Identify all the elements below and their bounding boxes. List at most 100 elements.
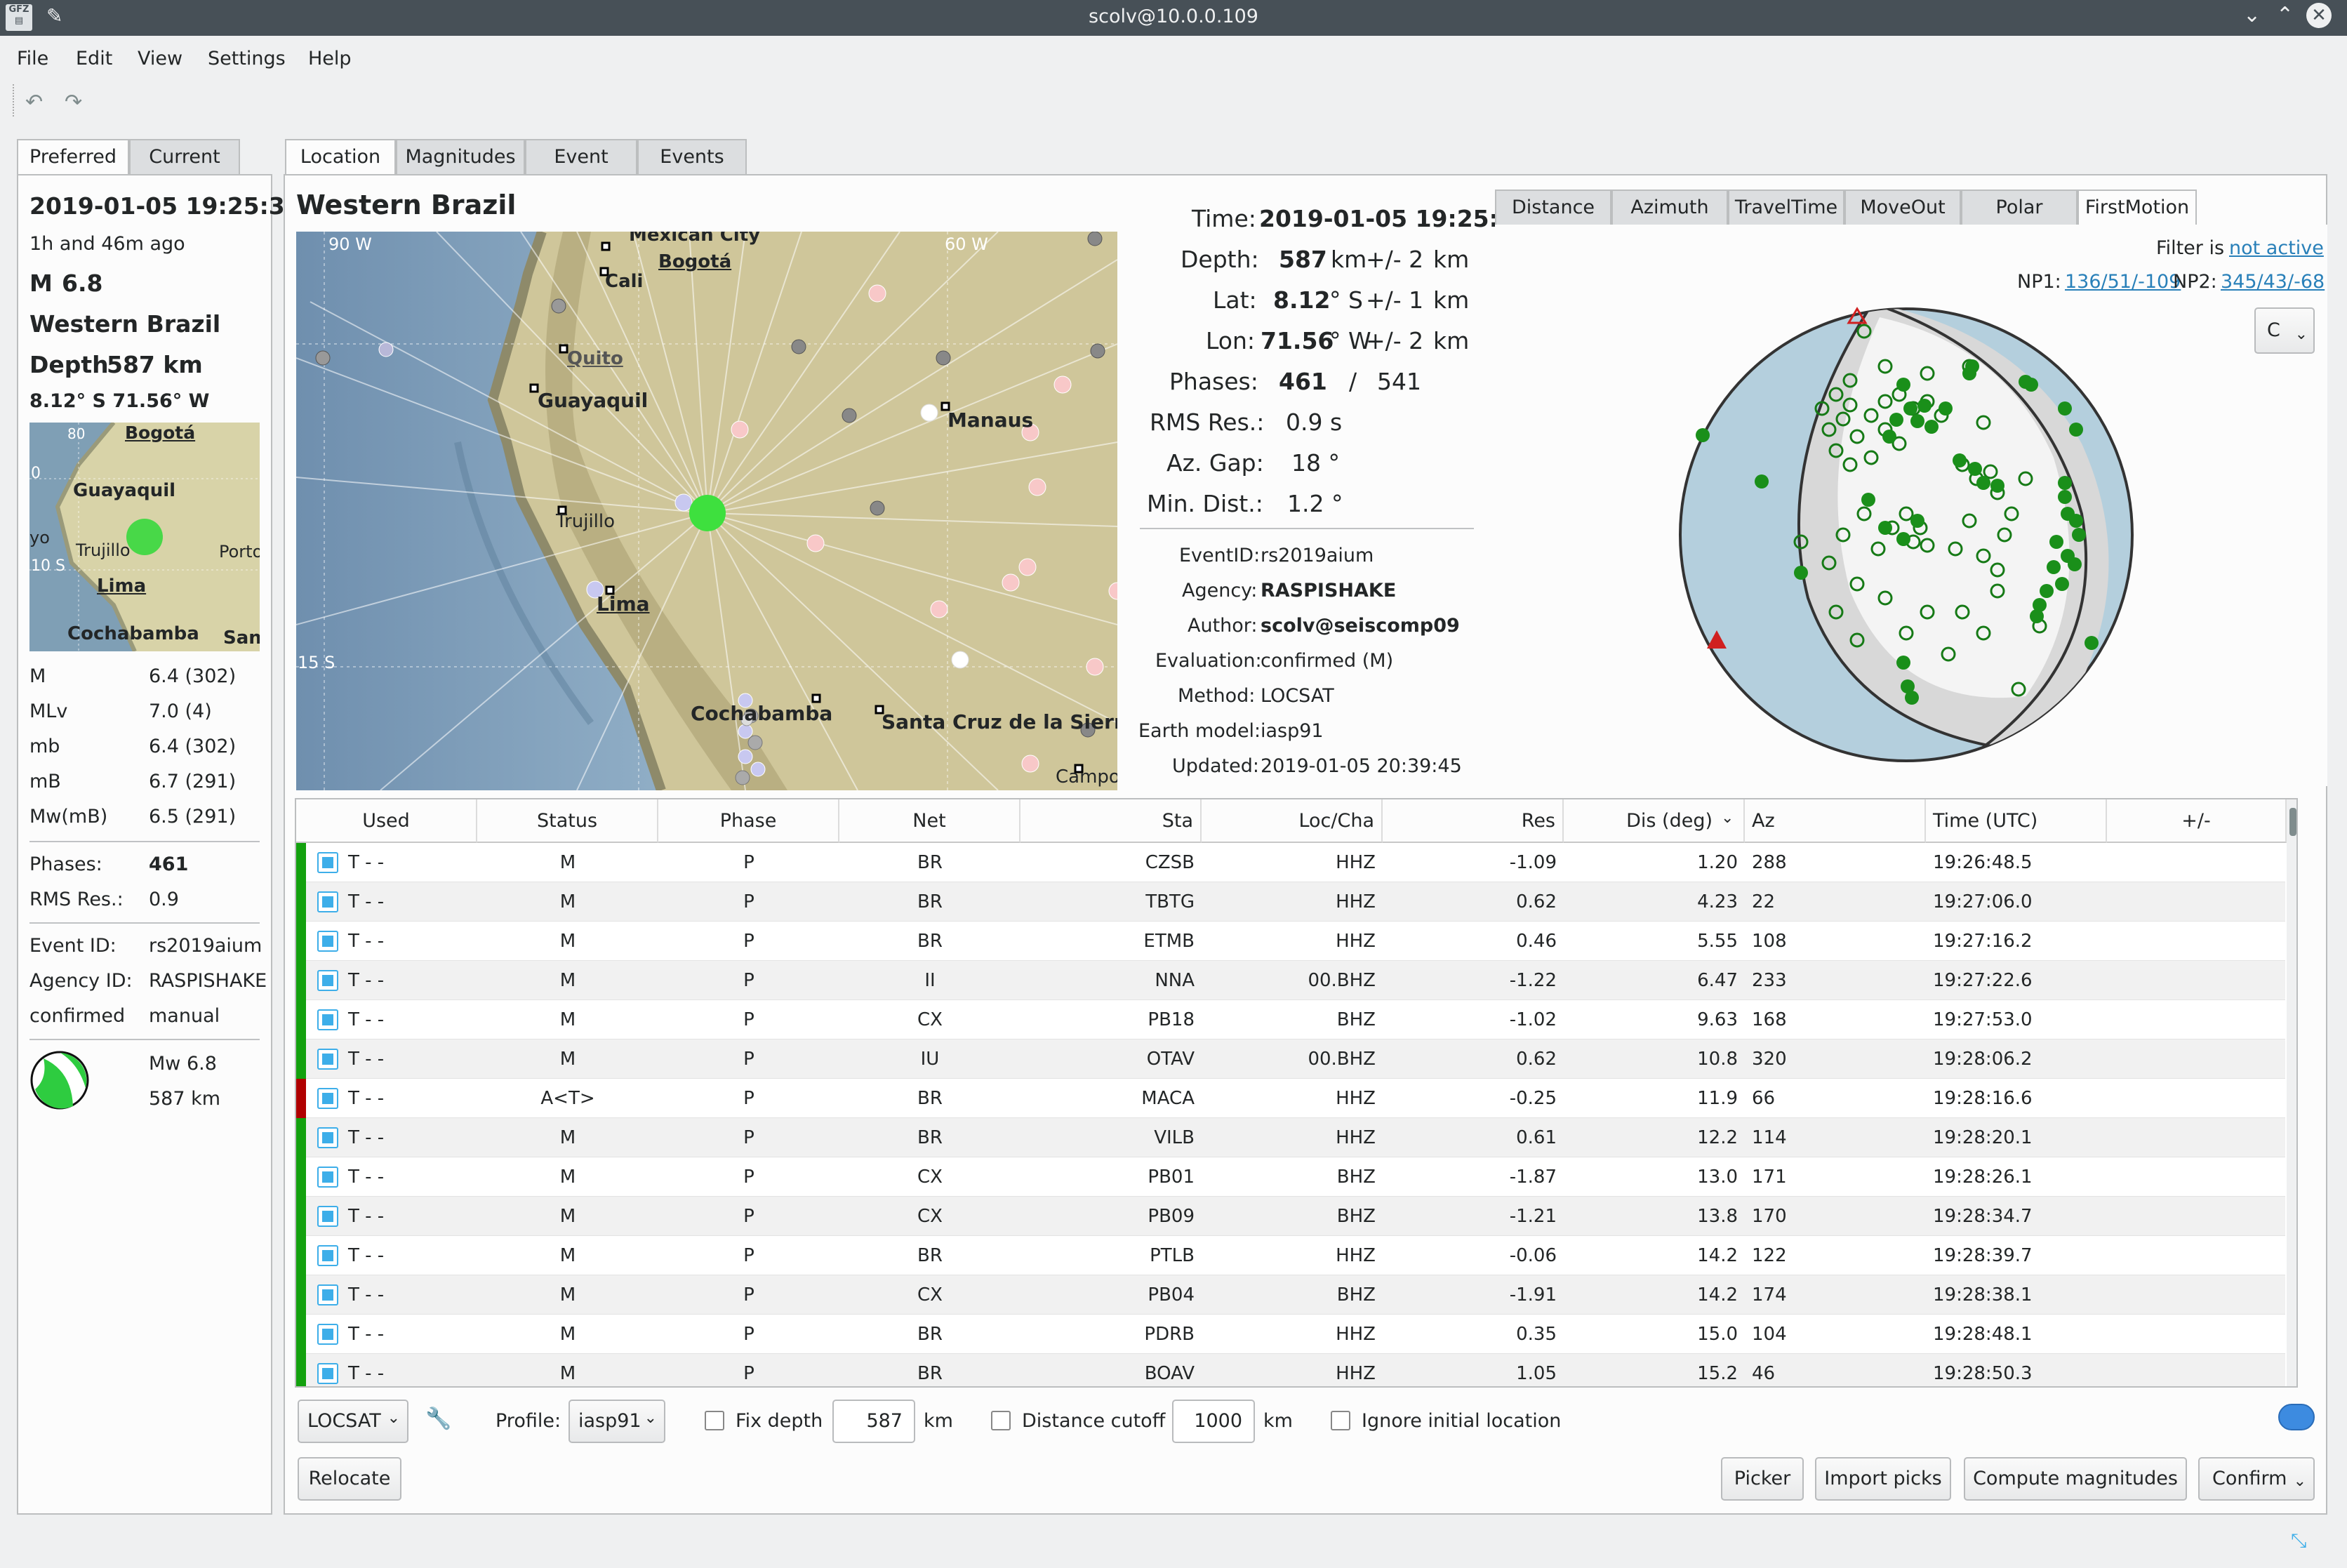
undo-icon[interactable]: ↶ (25, 90, 43, 114)
relocate-button[interactable]: Relocate (298, 1457, 401, 1501)
updated-label: Updated: (1172, 755, 1260, 777)
resize-grip-icon[interactable]: ⤡ (2291, 1529, 2306, 1553)
fix-depth-input[interactable]: 587 (832, 1400, 915, 1443)
tab-event[interactable]: Event (525, 139, 637, 175)
distance-cutoff-input[interactable]: 1000 (1172, 1400, 1255, 1443)
location-map[interactable]: Mexican City Bogotá Cali Quito Guayaquil… (296, 232, 1117, 790)
distance-cutoff-checkbox[interactable] (991, 1411, 1011, 1430)
confirm-button[interactable]: Confirm ⌄ (2198, 1457, 2315, 1501)
menu-help[interactable]: Help (308, 48, 352, 69)
map-label-60w: 60 W (945, 234, 988, 254)
filter-link[interactable]: not active (2229, 237, 2324, 259)
redo-icon[interactable]: ↷ (65, 90, 82, 114)
arrival-table[interactable]: Used Status Phase Net Sta Loc/Cha Res Di… (295, 798, 2298, 1388)
cell-net: II (924, 970, 936, 991)
tab-polar[interactable]: Polar (1961, 190, 2077, 226)
table-row[interactable]: T - - M P BR PTLB HHZ -0.06 14.2 122 19:28:39.7 (296, 1236, 2285, 1275)
tab-firstmotion[interactable]: FirstMotion (2077, 190, 2197, 226)
tab-azimuth[interactable]: Azimuth (1611, 190, 1728, 226)
maximize-icon[interactable]: ⌃ (2276, 3, 2294, 27)
used-checkbox[interactable] (317, 1324, 338, 1345)
wrench-icon[interactable]: 🔧 (425, 1407, 451, 1431)
fix-depth-checkbox[interactable] (705, 1411, 724, 1430)
menu-view[interactable]: View (138, 48, 182, 69)
col-header-res[interactable]: Res (1383, 799, 1564, 843)
table-scrollbar[interactable] (2287, 799, 2296, 1386)
mini-map[interactable]: Bogotá Guayaquil Trujillo Lima Cochabamb… (29, 423, 260, 651)
col-header-az[interactable]: Az (1745, 799, 1926, 843)
used-checkbox[interactable] (317, 970, 338, 991)
used-checkbox[interactable] (317, 1127, 338, 1148)
cell-net: BR (917, 1127, 943, 1148)
table-row[interactable]: T - - M P CX PB04 BHZ -1.91 14.2 174 19:28:38.1 (296, 1275, 2285, 1315)
comment-icon[interactable] (2278, 1404, 2315, 1430)
used-checkbox[interactable] (317, 1363, 338, 1384)
tab-distance[interactable]: Distance (1495, 190, 1611, 226)
used-checkbox[interactable] (317, 1009, 338, 1030)
table-row[interactable]: T - - M P CX PB09 BHZ -1.21 13.8 170 19:28:34.7 (296, 1197, 2285, 1236)
tab-preferred[interactable]: Preferred (17, 139, 129, 175)
agency-label: Agency ID: (29, 970, 133, 992)
cell-time: 19:28:48.1 (1933, 1324, 2033, 1345)
table-row[interactable]: T - - M P BR PDRB HHZ 0.35 15.0 104 19:28:48.1 (296, 1315, 2285, 1354)
np2-link[interactable]: 345/43/-68 (2221, 271, 2325, 293)
cell-loc: BHZ (1336, 1206, 1376, 1227)
scrollbar-handle[interactable] (2289, 808, 2296, 836)
used-checkbox[interactable] (317, 852, 338, 873)
col-header-err[interactable]: +/- (2107, 799, 2287, 843)
np1-link[interactable]: 136/51/-109 (2065, 271, 2181, 293)
cell-res: -1.09 (1509, 852, 1557, 873)
used-checkbox[interactable] (317, 1167, 338, 1188)
used-checkbox[interactable] (317, 891, 338, 912)
used-checkbox[interactable] (317, 1049, 338, 1070)
table-row[interactable]: T - - M P BR ETMB HHZ 0.46 5.55 108 19:27:16.2 (296, 922, 2285, 961)
map-label-lima: Lima (597, 592, 650, 616)
menu-file[interactable]: File (17, 48, 48, 69)
used-checkbox[interactable] (317, 931, 338, 952)
tab-moveout[interactable]: MoveOut (1844, 190, 1961, 226)
used-checkbox[interactable] (317, 1284, 338, 1305)
table-row[interactable]: T - - M P BR VILB HHZ 0.61 12.2 114 19:28:20.1 (296, 1118, 2285, 1157)
used-checkbox[interactable] (317, 1245, 338, 1266)
col-header-phase[interactable]: Phase (658, 799, 839, 843)
col-header-status[interactable]: Status (477, 799, 658, 843)
table-row[interactable]: T - - M P IU OTAV 00.BHZ 0.62 10.8 320 19:28:06.2 (296, 1039, 2285, 1079)
table-row[interactable]: T - - M P CX PB01 BHZ -1.87 13.0 171 19:28:26.1 (296, 1157, 2285, 1197)
locator-value: LOCSAT (307, 1410, 381, 1432)
usage-status-bar (296, 1197, 306, 1236)
table-row[interactable]: T - - M P BR CZSB HHZ -1.09 1.20 288 19:26:48.5 (296, 843, 2285, 882)
picker-button[interactable]: Picker (1721, 1457, 1804, 1501)
menu-settings[interactable]: Settings (208, 48, 286, 69)
used-checkbox[interactable] (317, 1206, 338, 1227)
minimize-icon[interactable]: ⌄ (2243, 3, 2261, 27)
cell-loc: 00.BHZ (1308, 970, 1376, 991)
table-row[interactable]: T - - A<T> P BR MACA HHZ -0.25 11.9 66 19:28:16.6 (296, 1079, 2285, 1118)
table-row[interactable]: T - - M P CX PB18 BHZ -1.02 9.63 168 19:27:53.0 (296, 1000, 2285, 1039)
table-row[interactable]: T - - M P BR BOAV HHZ 1.05 15.2 46 19:28:50.3 (296, 1354, 2285, 1386)
compute-magnitudes-button[interactable]: Compute magnitudes (1964, 1457, 2187, 1501)
table-row[interactable]: T - - M P II NNA 00.BHZ -1.22 6.47 233 19:27:22.6 (296, 961, 2285, 1000)
ignore-initial-location-checkbox[interactable] (1331, 1411, 1350, 1430)
cell-phase: P (743, 1127, 754, 1148)
col-header-net[interactable]: Net (839, 799, 1020, 843)
profile-combo[interactable]: iasp91 ⌄ (569, 1400, 665, 1443)
tab-events[interactable]: Events (637, 139, 747, 175)
table-row[interactable]: T - - M P BR TBTG HHZ 0.62 4.23 22 19:27:06.0 (296, 882, 2285, 922)
col-header-dis[interactable]: Dis (deg) (1564, 799, 1745, 843)
fm-options-combo[interactable]: C ⌄ (2254, 307, 2315, 354)
divider (29, 841, 260, 842)
close-icon[interactable]: ✕ (2306, 3, 2332, 28)
tab-location[interactable]: Location (285, 139, 396, 175)
tab-traveltime[interactable]: TravelTime (1728, 190, 1844, 226)
col-header-used[interactable]: Used (296, 799, 477, 843)
locator-combo[interactable]: LOCSAT ⌄ (298, 1400, 408, 1443)
cell-res: 0.62 (1516, 891, 1557, 912)
col-header-time[interactable]: Time (UTC) (1926, 799, 2107, 843)
col-header-sta[interactable]: Sta (1020, 799, 1202, 843)
used-checkbox[interactable] (317, 1088, 338, 1109)
tab-magnitudes[interactable]: Magnitudes (396, 139, 525, 175)
import-picks-button[interactable]: Import picks (1815, 1457, 1951, 1501)
tab-current[interactable]: Current (129, 139, 240, 175)
col-header-loccha[interactable]: Loc/Cha (1202, 799, 1383, 843)
menu-edit[interactable]: Edit (76, 48, 112, 69)
